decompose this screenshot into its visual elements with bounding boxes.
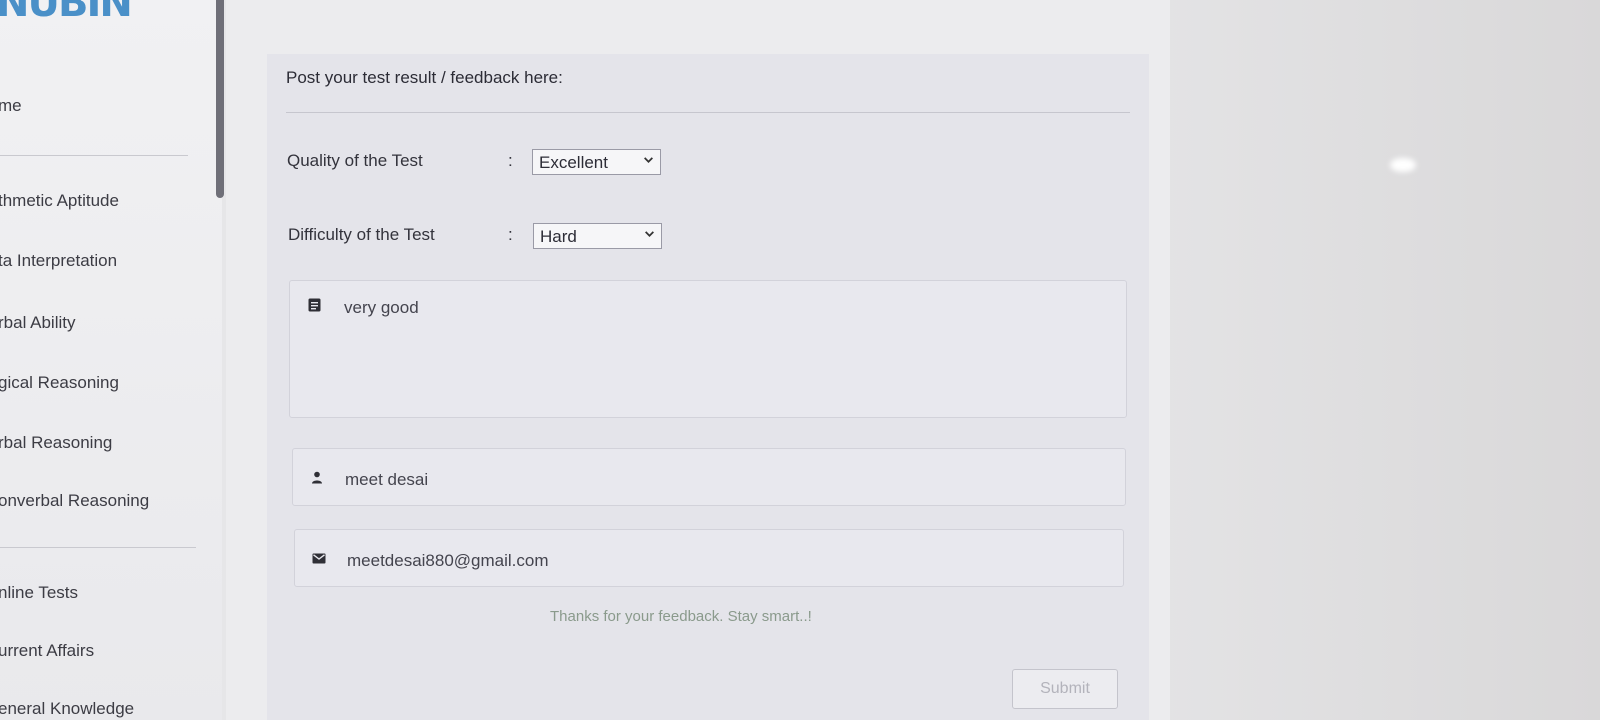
difficulty-colon: :: [508, 225, 513, 244]
sidebar-item-nonverbal-reasoning[interactable]: onverbal Reasoning: [0, 491, 149, 511]
user-icon: [309, 469, 325, 485]
sidebar-item-online-tests[interactable]: nline Tests: [0, 583, 78, 603]
name-value: meet desai: [345, 470, 429, 489]
quality-label: Quality of the Test: [287, 151, 423, 170]
sidebar-item-home[interactable]: me: [0, 96, 22, 116]
sidebar-item-current-affairs[interactable]: urrent Affairs: [0, 641, 94, 661]
difficulty-select[interactable]: Hard: [533, 223, 662, 249]
sidebar-item-arithmetic-aptitude[interactable]: thmetic Aptitude: [0, 191, 119, 211]
difficulty-select-value: Hard: [540, 227, 577, 246]
quality-select[interactable]: Excellent: [532, 149, 661, 175]
feedback-title: Post your test result / feedback here:: [286, 68, 563, 87]
sidebar-item-logical-reasoning[interactable]: gical Reasoning: [0, 373, 119, 393]
sidebar-divider: [0, 547, 196, 548]
site-logo[interactable]: NUBIN: [0, 0, 133, 26]
chevron-down-icon: [644, 227, 655, 242]
submit-button[interactable]: Submit: [1012, 669, 1118, 709]
title-divider: [286, 112, 1130, 113]
difficulty-label: Difficulty of the Test: [288, 225, 435, 244]
thanks-message: Thanks for your feedback. Stay smart..!: [550, 608, 812, 625]
sidebar-item-data-interpretation[interactable]: ta Interpretation: [0, 251, 117, 271]
sidebar-divider: [0, 155, 188, 156]
document-icon: [306, 297, 322, 313]
name-input[interactable]: meet desai: [292, 448, 1126, 506]
sidebar-item-verbal-ability[interactable]: rbal Ability: [0, 313, 75, 333]
sidebar-item-general-knowledge[interactable]: eneral Knowledge: [0, 699, 134, 719]
comment-value: very good: [344, 298, 419, 317]
envelope-icon: [311, 550, 327, 566]
quality-colon: :: [508, 151, 513, 170]
sidebar-item-verbal-reasoning[interactable]: rbal Reasoning: [0, 433, 112, 453]
email-input[interactable]: meetdesai880@gmail.com: [294, 529, 1124, 587]
email-value: meetdesai880@gmail.com: [347, 551, 549, 570]
sidebar: NUBIN me thmetic Aptitude ta Interpretat…: [0, 0, 222, 720]
sidebar-scrollbar[interactable]: [216, 0, 224, 198]
screen-glare: [1390, 158, 1416, 172]
chevron-down-icon: [643, 153, 654, 168]
comment-textarea[interactable]: very good: [289, 280, 1127, 418]
quality-select-value: Excellent: [539, 153, 608, 172]
